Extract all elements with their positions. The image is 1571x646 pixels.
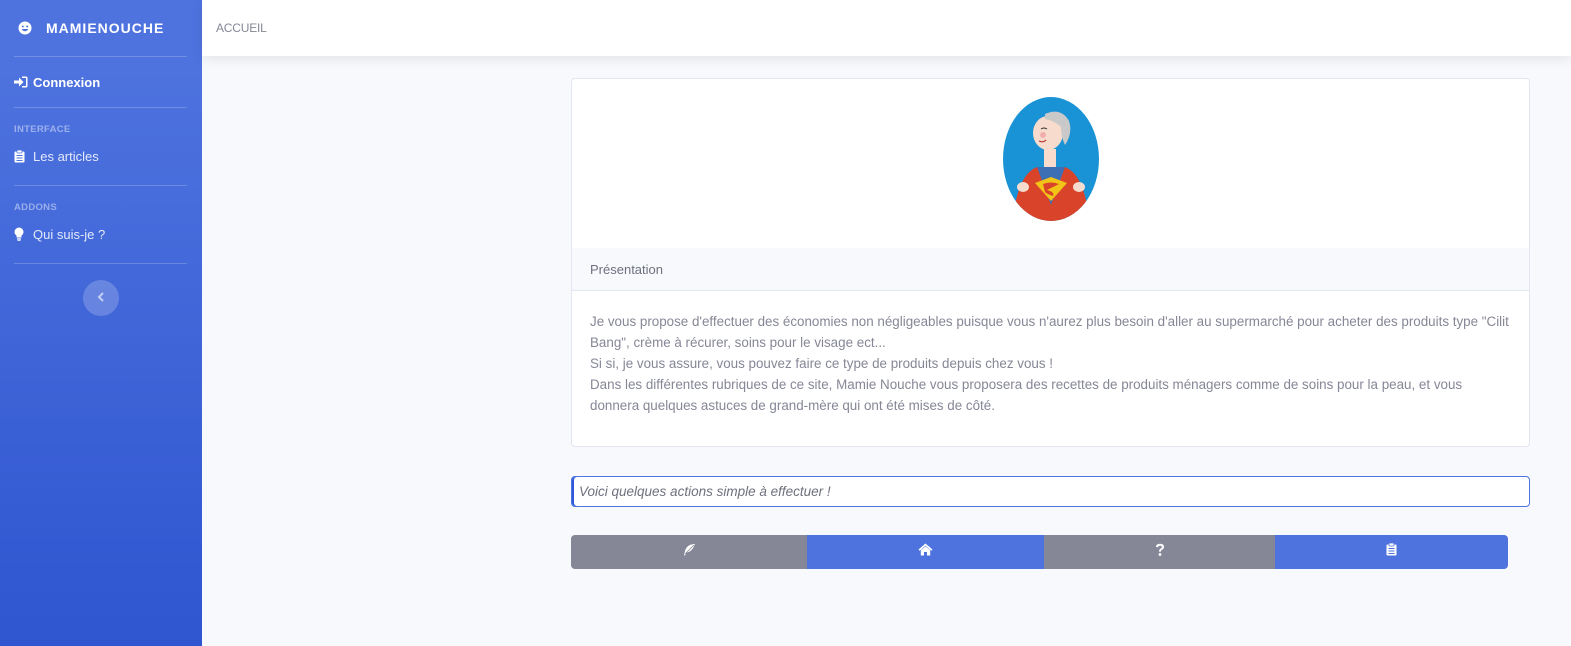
sidebar-item-qui-suis-je[interactable]: Qui suis-je ? [0, 214, 202, 254]
actions-input[interactable] [571, 476, 1530, 507]
card-paragraph: Je vous propose d'effectuer des économie… [590, 314, 1509, 350]
clipboard-icon [1386, 542, 1397, 561]
sidebar-item-articles[interactable]: Les articles [0, 136, 202, 176]
presentation-card: Présentation Je vous propose d'effectuer… [571, 78, 1530, 447]
card-paragraph: Si si, je vous assure, vous pouvez faire… [590, 356, 1053, 371]
action-button-group [571, 535, 1508, 569]
card-paragraph: Dans les différentes rubriques de ce sit… [590, 377, 1463, 413]
laugh-icon [18, 21, 32, 35]
sidebar-heading-addons: ADDONS [14, 202, 57, 213]
brand-name: MAMIENOUCHE [46, 20, 165, 36]
breadcrumb[interactable]: ACCUEIL [216, 21, 267, 35]
help-button[interactable] [1044, 535, 1275, 569]
home-icon [918, 543, 933, 561]
sidebar-toggle-button[interactable] [83, 280, 119, 316]
feather-button[interactable] [571, 535, 807, 569]
home-button[interactable] [807, 535, 1044, 569]
sidebar-toggle-wrapper [0, 264, 202, 316]
card-image-area [572, 79, 1529, 248]
supergranny-avatar [1002, 97, 1099, 221]
clipboard-icon [14, 149, 30, 163]
articles-button[interactable] [1275, 535, 1508, 569]
sidebar-item-label: Qui suis-je ? [33, 226, 106, 242]
sidebar-brand[interactable]: MAMIENOUCHE [0, 0, 202, 56]
sidebar-item-label: Connexion [33, 74, 101, 90]
card-header: Présentation [572, 248, 1529, 291]
feather-icon [682, 543, 696, 562]
question-icon [1155, 543, 1165, 562]
chevron-left-icon [97, 289, 105, 307]
sidebar: MAMIENOUCHE Connexion INTERFACE Les arti… [0, 0, 202, 646]
sidebar-item-label: Les articles [33, 148, 99, 164]
sidebar-heading-interface: INTERFACE [14, 124, 71, 135]
sidebar-item-connexion[interactable]: Connexion [0, 57, 202, 107]
sign-in-icon [14, 75, 30, 89]
lightbulb-icon [14, 227, 30, 241]
topbar: ACCUEIL [202, 0, 1571, 56]
card-body: Je vous propose d'effectuer des économie… [572, 291, 1529, 436]
